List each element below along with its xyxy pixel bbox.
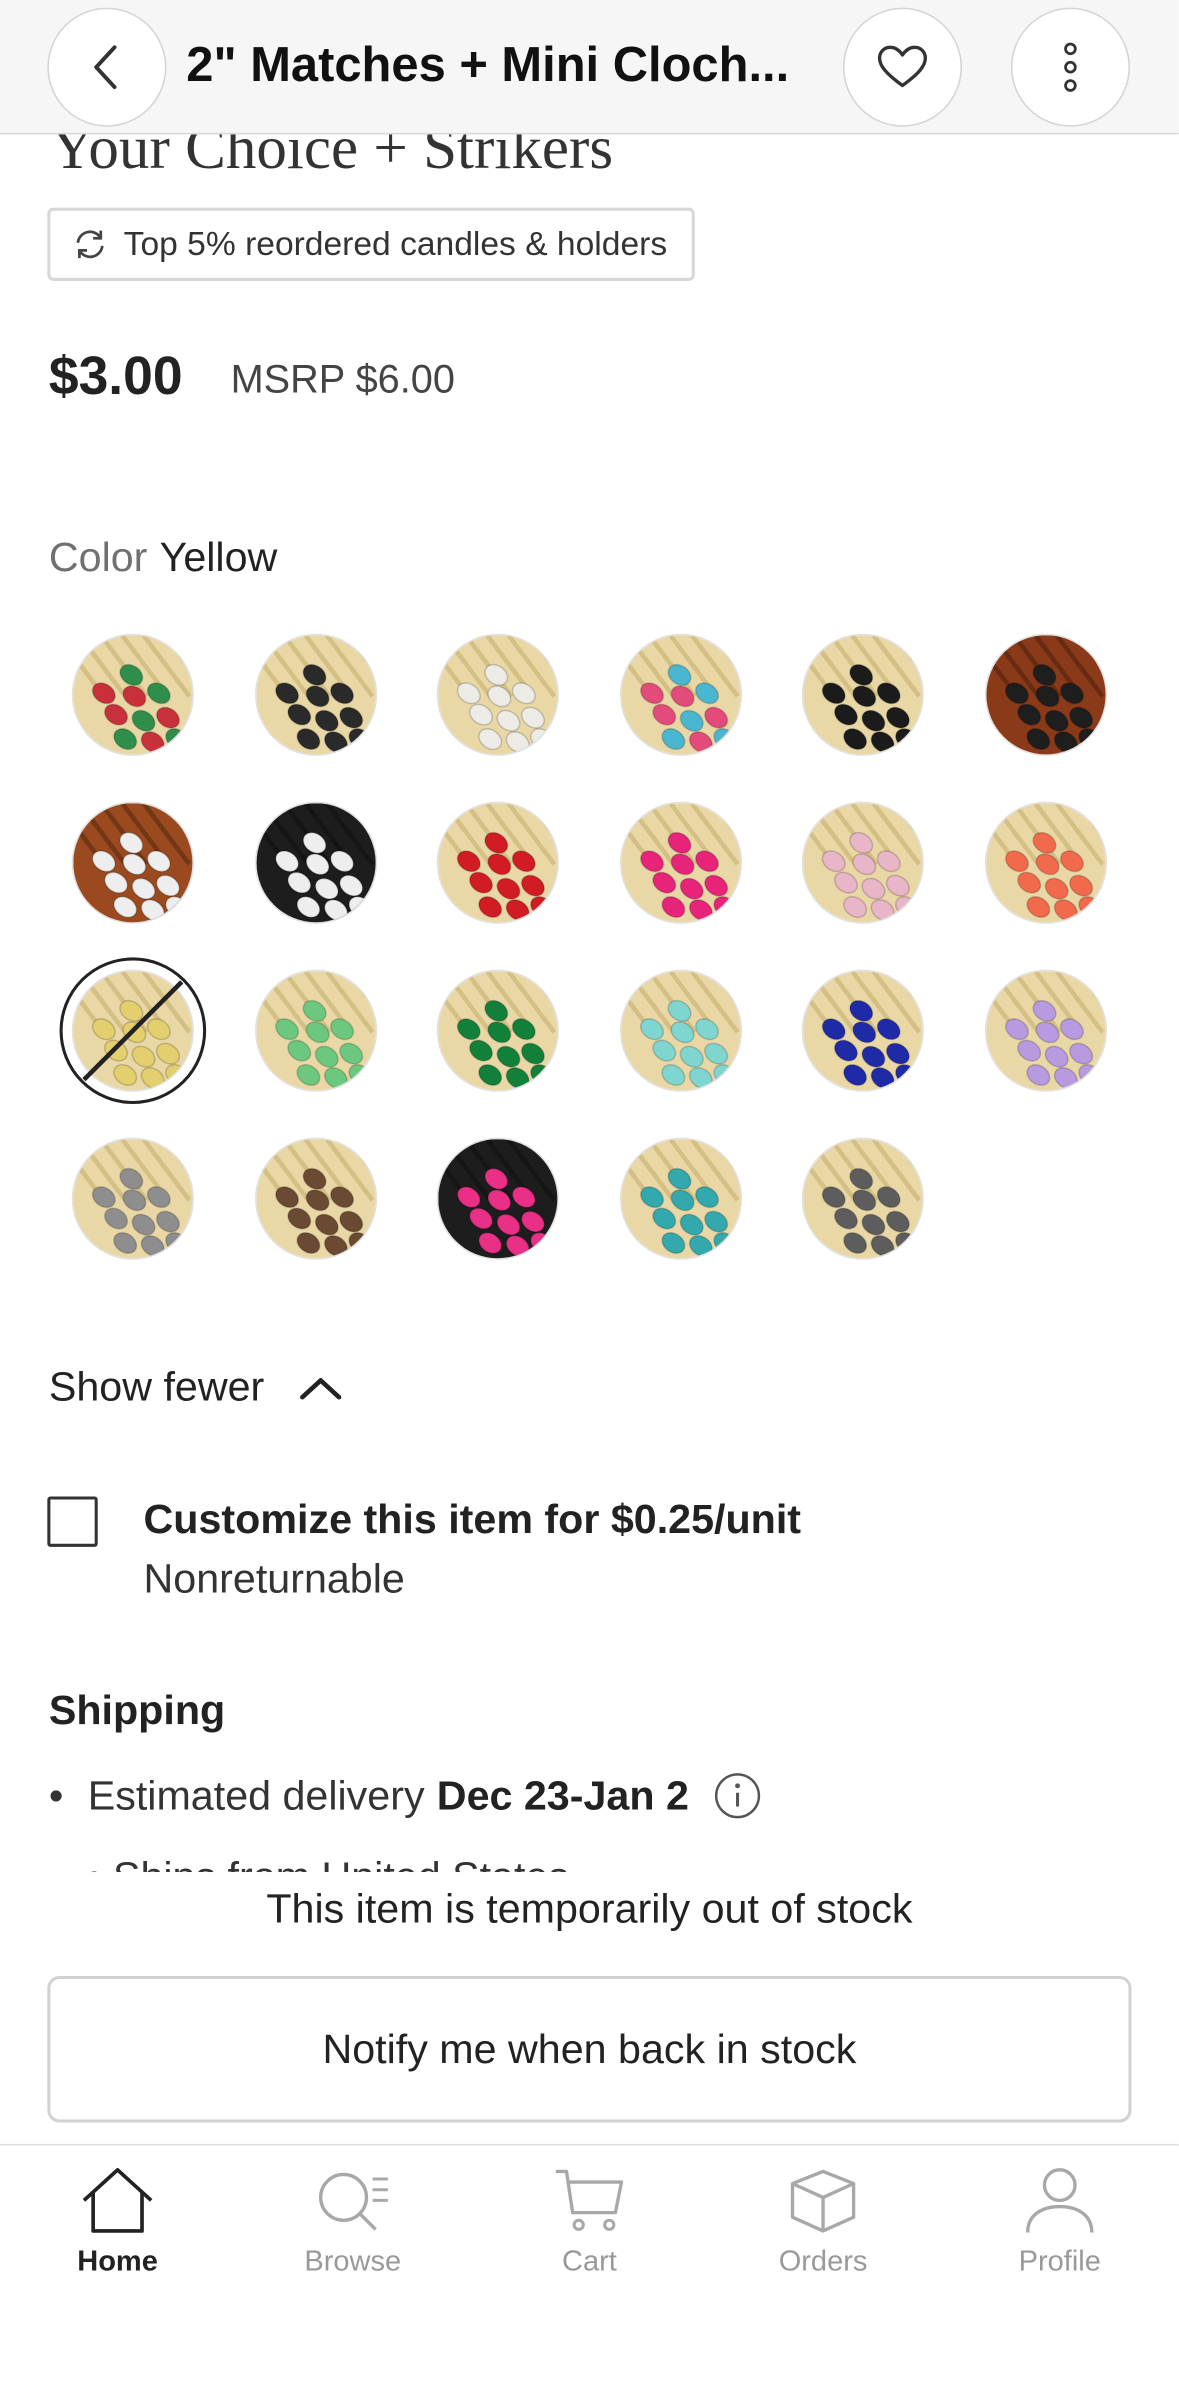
heart-icon bbox=[877, 45, 928, 88]
color-swatch-light-green[interactable] bbox=[254, 969, 377, 1092]
back-button[interactable] bbox=[47, 7, 167, 127]
orders-icon bbox=[790, 2169, 856, 2233]
bullet: • bbox=[48, 1772, 64, 1818]
color-swatch-black-on-black[interactable] bbox=[801, 633, 924, 756]
tab-browse[interactable]: Browse bbox=[261, 2167, 444, 2280]
price: $3.00 bbox=[48, 346, 183, 407]
color-swatch-black-on-brown[interactable] bbox=[984, 633, 1107, 756]
delivery-estimate: • Estimated delivery Dec 23-Jan 2 bbox=[49, 1771, 762, 1820]
chevron-left-icon bbox=[94, 45, 117, 90]
color-swatch-brown[interactable] bbox=[254, 1137, 377, 1260]
color-swatch-pink[interactable] bbox=[619, 801, 742, 924]
unavailable-slash-icon bbox=[82, 980, 184, 1082]
app-frame: 2" Matches + Mini Cloch... Your Choice +… bbox=[0, 0, 1179, 2395]
tab-home-label: Home bbox=[77, 2246, 158, 2279]
info-icon[interactable] bbox=[713, 1771, 762, 1820]
color-swatch-aqua[interactable] bbox=[619, 969, 742, 1092]
customize-note: Nonreturnable bbox=[143, 1556, 405, 1602]
swatch-image bbox=[803, 635, 923, 755]
customize-label: Customize this item for $0.25/unit bbox=[143, 1496, 802, 1543]
out-of-stock-message: This item is temporarily out of stock bbox=[266, 1885, 913, 1932]
color-swatch-coral[interactable] bbox=[984, 801, 1107, 924]
tab-orders[interactable]: Orders bbox=[731, 2167, 914, 2280]
profile-icon bbox=[1025, 2168, 1094, 2233]
tab-profile-label: Profile bbox=[1018, 2246, 1101, 2279]
tab-orders-label: Orders bbox=[778, 2246, 868, 2279]
color-label-text: Color bbox=[48, 534, 148, 581]
refresh-icon bbox=[76, 230, 104, 259]
swatch-image bbox=[255, 971, 375, 1091]
swatch-image bbox=[985, 635, 1105, 755]
home-icon bbox=[82, 2168, 153, 2233]
ships-from-line: • Ships from United States bbox=[87, 1851, 569, 1872]
customize-checkbox[interactable] bbox=[47, 1496, 98, 1547]
color-swatch-red[interactable] bbox=[436, 801, 559, 924]
show-fewer-label: Show fewer bbox=[48, 1363, 265, 1410]
swatch-image bbox=[438, 803, 558, 923]
bottom-tab-bar: Home Browse Cart Orders Profile bbox=[0, 2143, 1179, 2395]
badge-text: Top 5% reordered candles & holders bbox=[123, 224, 668, 263]
show-fewer-button[interactable]: Show fewer bbox=[49, 1364, 344, 1411]
color-label: Color Yellow bbox=[49, 534, 277, 581]
more-button[interactable] bbox=[1010, 7, 1130, 127]
color-swatch-navy[interactable] bbox=[801, 969, 924, 1092]
selected-color: Yellow bbox=[159, 534, 278, 581]
more-vertical-icon bbox=[1064, 42, 1077, 92]
ships-from-text: Ships from United States bbox=[113, 1854, 569, 1872]
swatch-image bbox=[803, 803, 923, 923]
color-swatch-pink-on-black[interactable] bbox=[436, 1137, 559, 1260]
swatch-image bbox=[255, 1139, 375, 1259]
color-swatch-white-on-black[interactable] bbox=[254, 801, 377, 924]
color-swatch-light-pink[interactable] bbox=[801, 801, 924, 924]
swatch-image bbox=[438, 971, 558, 1091]
header-title: 2" Matches + Mini Cloch... bbox=[186, 36, 790, 92]
swatch-image bbox=[255, 803, 375, 923]
swatch-image bbox=[620, 1139, 740, 1259]
swatch-image bbox=[985, 971, 1105, 1091]
swatch-image bbox=[803, 971, 923, 1091]
color-swatch-black[interactable] bbox=[254, 633, 377, 756]
delivery-dates: Dec 23-Jan 2 bbox=[436, 1772, 689, 1818]
swatch-image bbox=[438, 1139, 558, 1259]
color-swatch-gray[interactable] bbox=[71, 1137, 194, 1260]
tab-home[interactable]: Home bbox=[26, 2167, 209, 2280]
color-swatch-multicolor[interactable] bbox=[619, 633, 742, 756]
color-swatch-lavender[interactable] bbox=[984, 969, 1107, 1092]
color-swatch-mixed-red-green[interactable] bbox=[71, 633, 194, 756]
top-bar: 2" Matches + Mini Cloch... bbox=[0, 0, 1179, 135]
favorite-button[interactable] bbox=[842, 7, 963, 127]
tab-profile[interactable]: Profile bbox=[968, 2167, 1151, 2280]
tab-cart-label: Cart bbox=[562, 2246, 617, 2279]
swatch-image bbox=[73, 1139, 193, 1259]
swatch-image bbox=[985, 803, 1105, 923]
delivery-prefix: Estimated delivery bbox=[87, 1772, 425, 1818]
chevron-up-icon bbox=[300, 1377, 342, 1399]
color-swatch-green[interactable] bbox=[436, 969, 559, 1092]
swatch-image bbox=[620, 803, 740, 923]
color-swatch-white-on-brown[interactable] bbox=[71, 801, 194, 924]
reorder-badge: Top 5% reordered candles & holders bbox=[47, 207, 695, 281]
msrp: MSRP $6.00 bbox=[230, 355, 455, 402]
tab-cart[interactable]: Cart bbox=[498, 2167, 681, 2280]
tab-browse-label: Browse bbox=[304, 2246, 402, 2279]
swatch-image bbox=[620, 971, 740, 1091]
notify-me-button[interactable]: Notify me when back in stock bbox=[47, 1975, 1132, 2123]
shipping-title: Shipping bbox=[48, 1687, 226, 1734]
color-swatch-white[interactable] bbox=[436, 633, 559, 756]
swatch-image bbox=[620, 635, 740, 755]
swatch-image bbox=[803, 1139, 923, 1259]
cart-icon bbox=[555, 2169, 624, 2231]
swatch-image bbox=[438, 635, 558, 755]
swatch-image bbox=[73, 635, 193, 755]
swatch-image bbox=[73, 803, 193, 923]
color-swatch-dark-gray[interactable] bbox=[801, 1137, 924, 1260]
color-swatch-teal[interactable] bbox=[619, 1137, 742, 1260]
browse-icon bbox=[318, 2172, 388, 2231]
swatch-image bbox=[255, 635, 375, 755]
